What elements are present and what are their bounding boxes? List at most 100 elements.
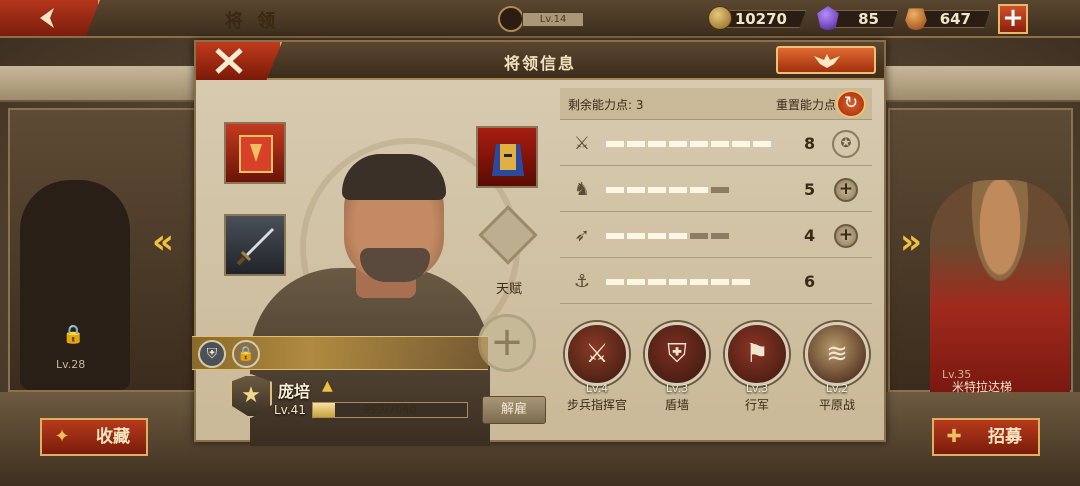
- stat-segment: [690, 279, 708, 285]
- gladius-icon: [236, 228, 274, 266]
- skill-level: Lv.3: [665, 382, 689, 395]
- helmet-counter[interactable]: 647: [904, 8, 990, 30]
- stat-bar: [606, 279, 774, 285]
- eagle-icon: [814, 54, 840, 68]
- stat-bar: [606, 141, 774, 147]
- eagle-icon: ✦: [54, 426, 70, 447]
- back-arrow-icon: [40, 8, 54, 28]
- player-level-text: Lv.14: [522, 12, 584, 27]
- stat-segment: [690, 233, 708, 239]
- stat-segment: [627, 141, 645, 147]
- eagle-standard-button[interactable]: [776, 46, 876, 74]
- close-icon: [215, 48, 243, 74]
- lock-icon: 🔒: [62, 324, 85, 345]
- stat-segment: [753, 141, 771, 147]
- add-stat-button[interactable]: +: [834, 178, 858, 202]
- stat-segment: [711, 279, 729, 285]
- reset-points-label: 重置能力点: [776, 98, 837, 112]
- close-button[interactable]: [196, 42, 282, 80]
- stat-segment: [690, 141, 708, 147]
- shield-icon[interactable]: ⛨: [198, 340, 226, 368]
- skill-plains-battle[interactable]: ≋ Lv.2 平原战: [802, 322, 872, 418]
- plains-icon: ≋: [805, 322, 869, 386]
- skill-level: Lv.3: [745, 382, 769, 395]
- skill-name: 平原战: [818, 398, 855, 412]
- hero-hair: [342, 154, 446, 200]
- gem-counter[interactable]: 85: [816, 6, 898, 30]
- coin-value: 10270: [722, 10, 806, 28]
- top-bar: 将 领 Lv.14 10270 85 647 +: [0, 0, 1080, 38]
- gem-value: 85: [830, 10, 898, 28]
- left-hero-level: Lv.28: [56, 358, 86, 371]
- skill-infantry-commander[interactable]: ⚔ Lv.4 步兵指挥官: [562, 322, 632, 418]
- stat-segment: [711, 141, 729, 147]
- stat-value: 5: [804, 180, 816, 199]
- skill-march[interactable]: ⚑ Lv.3 行军: [722, 322, 792, 418]
- remaining-points: 剩余能力点: 3: [568, 98, 644, 112]
- next-hero-arrow-icon[interactable]: »: [900, 222, 922, 262]
- stat-value: 8: [804, 134, 816, 153]
- temple-icon: [498, 6, 524, 32]
- previous-hero-arrow-icon[interactable]: «: [152, 222, 174, 262]
- talent-icon: [478, 205, 538, 265]
- coin-counter[interactable]: 10270: [708, 6, 806, 30]
- equipment-slot-banner[interactable]: [224, 122, 286, 184]
- stat-segment: [711, 187, 729, 193]
- experience-bar: 999/7040: [312, 402, 468, 418]
- stat-row-archery: ➶ 4 +: [560, 214, 872, 258]
- stat-segment: [627, 233, 645, 239]
- collect-label: 收藏: [96, 427, 130, 447]
- horse-icon: ♞: [573, 179, 591, 200]
- stat-segment: [648, 233, 666, 239]
- stat-segment: [606, 233, 624, 239]
- bow-icon: ➶: [574, 225, 590, 246]
- promote-arrow-icon[interactable]: ▲: [322, 378, 333, 394]
- lock-icon[interactable]: 🔒: [232, 340, 260, 368]
- stat-segment: [732, 141, 750, 147]
- stat-segment: [627, 187, 645, 193]
- add-resource-button[interactable]: +: [998, 4, 1028, 34]
- skill-shield-wall[interactable]: ⛨ Lv.3 盾墙: [642, 322, 712, 418]
- collect-button[interactable]: ✦ 收藏: [40, 418, 148, 456]
- dismiss-button[interactable]: 解雇: [482, 396, 546, 424]
- stat-value: 6: [804, 272, 816, 291]
- stat-bar: [606, 233, 774, 239]
- skill-level: Lv.4: [585, 382, 609, 395]
- hero-info-panel: 将领信息 天赋 + ⛨ 🔒 ★ 庞培 ▲ Lv.41 999/7040 解雇 剩…: [192, 40, 886, 446]
- stat-segment: [690, 187, 708, 193]
- stat-segment: [606, 187, 624, 193]
- stat-row-naval: ⚓ 6: [560, 260, 872, 304]
- stat-value: 4: [804, 226, 816, 245]
- right-hero-name: 米特拉达梯: [952, 380, 1013, 394]
- reset-points-button[interactable]: ↻: [836, 90, 866, 118]
- equipment-slot-relic[interactable]: [476, 126, 538, 188]
- recruit-button[interactable]: ✚ 招募: [932, 418, 1040, 456]
- hero-beard: [360, 248, 430, 282]
- marching-soldiers-icon: ⚑: [725, 322, 789, 386]
- recruit-label: 招募: [988, 427, 1022, 447]
- next-hero-portrait: [930, 180, 1070, 392]
- stat-segment: [606, 141, 624, 147]
- player-level[interactable]: Lv.14: [498, 6, 586, 32]
- stat-bar: [606, 187, 774, 193]
- stat-segment: [669, 279, 687, 285]
- stat-row-infantry: ⚔ 8 ✪: [560, 122, 872, 166]
- stat-segment: [648, 187, 666, 193]
- skill-name: 行军: [744, 398, 769, 412]
- stat-segment: [711, 233, 729, 239]
- experience-text: 999/7040: [363, 403, 417, 416]
- stat-row-cavalry: ♞ 5 +: [560, 168, 872, 212]
- talent-button[interactable]: 天赋: [474, 205, 544, 297]
- equipment-slot-weapon[interactable]: [224, 214, 286, 276]
- pharaoh-mask-icon: [492, 144, 524, 176]
- back-button[interactable]: [0, 0, 100, 36]
- ability-points-header: 剩余能力点: 3 重置能力点 ↻: [560, 88, 872, 120]
- add-stat-button[interactable]: +: [834, 224, 858, 248]
- stat-segment: [732, 279, 750, 285]
- helmet-plus-icon: ✚: [946, 426, 962, 447]
- hero-status-strip: ⛨ 🔒: [192, 336, 488, 370]
- shield-wall-icon: ⛨: [645, 322, 709, 386]
- medal-icon: ✪: [832, 130, 860, 158]
- crossed-swords-icon: ⚔: [565, 322, 629, 386]
- coin-icon: [708, 6, 732, 30]
